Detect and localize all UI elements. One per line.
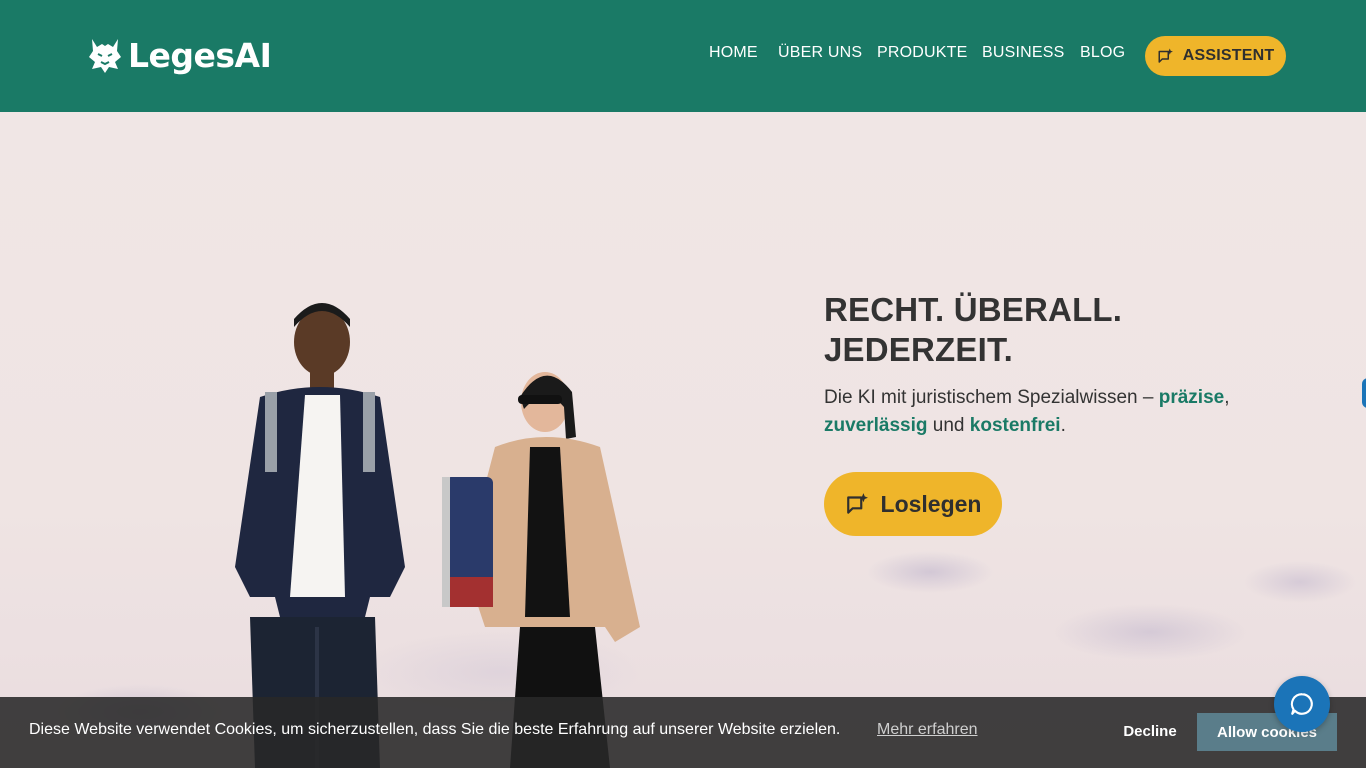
hero-title-line-2: JEDERZEIT. xyxy=(824,331,1014,368)
hero-text-part-3: und xyxy=(927,415,970,436)
cookie-learn-more-link[interactable]: Mehr erfahren xyxy=(877,721,978,739)
nav-item-blog[interactable]: BLOG xyxy=(1080,44,1125,62)
highlight-praezise: präzise xyxy=(1158,387,1225,408)
hero-text-part-1: Die KI mit juristischem Spezialwissen – xyxy=(824,387,1159,408)
assistent-button[interactable]: ASSISTENT xyxy=(1145,36,1286,76)
nav-item-produkte[interactable]: PRODUKTE xyxy=(877,44,968,62)
cookie-message: Diese Website verwendet Cookies, um sich… xyxy=(29,721,841,738)
nav-item-home[interactable]: HOME xyxy=(709,44,758,62)
hero-text-part-2: , xyxy=(1224,387,1230,408)
hero-section: RECHT. ÜBERALL. JEDERZEIT. Die KI mit ju… xyxy=(0,112,1366,768)
hero-text-part-4: . xyxy=(1060,415,1066,436)
chat-launcher-button[interactable] xyxy=(1274,676,1330,732)
brand-name: LegesAI xyxy=(128,36,272,75)
highlight-zuverlaessig: zuverlässig xyxy=(824,415,928,436)
sparkle-chat-icon xyxy=(846,493,868,514)
cookie-consent-bar: Diese Website verwendet Cookies, um sich… xyxy=(0,697,1366,768)
logo-link[interactable]: LegesAI xyxy=(88,36,272,75)
assistent-button-label: ASSISTENT xyxy=(1182,47,1275,64)
highlight-kostenfrei: kostenfrei xyxy=(969,415,1061,436)
side-widget-tab[interactable] xyxy=(1362,378,1366,408)
chat-bubble-icon xyxy=(1290,693,1313,715)
nav-item-business[interactable]: BUSINESS xyxy=(982,44,1065,62)
sparkle-chat-icon xyxy=(1158,48,1173,63)
loslegen-button[interactable]: Loslegen xyxy=(824,472,1002,536)
hero-subtitle: Die KI mit juristischem Spezialwissen – … xyxy=(824,384,1284,440)
hero-title-line-1: RECHT. ÜBERALL. xyxy=(824,291,1123,328)
cookie-decline-button[interactable]: Decline xyxy=(1110,711,1190,751)
nav-item-ueber-uns[interactable]: ÜBER UNS xyxy=(778,44,862,62)
site-header: LegesAI HOME ÜBER UNS PRODUKTE BUSINESS … xyxy=(0,0,1366,112)
loslegen-button-label: Loslegen xyxy=(880,490,982,517)
lynx-logo-icon xyxy=(89,38,121,73)
hero-title: RECHT. ÜBERALL. JEDERZEIT. xyxy=(824,290,1224,370)
